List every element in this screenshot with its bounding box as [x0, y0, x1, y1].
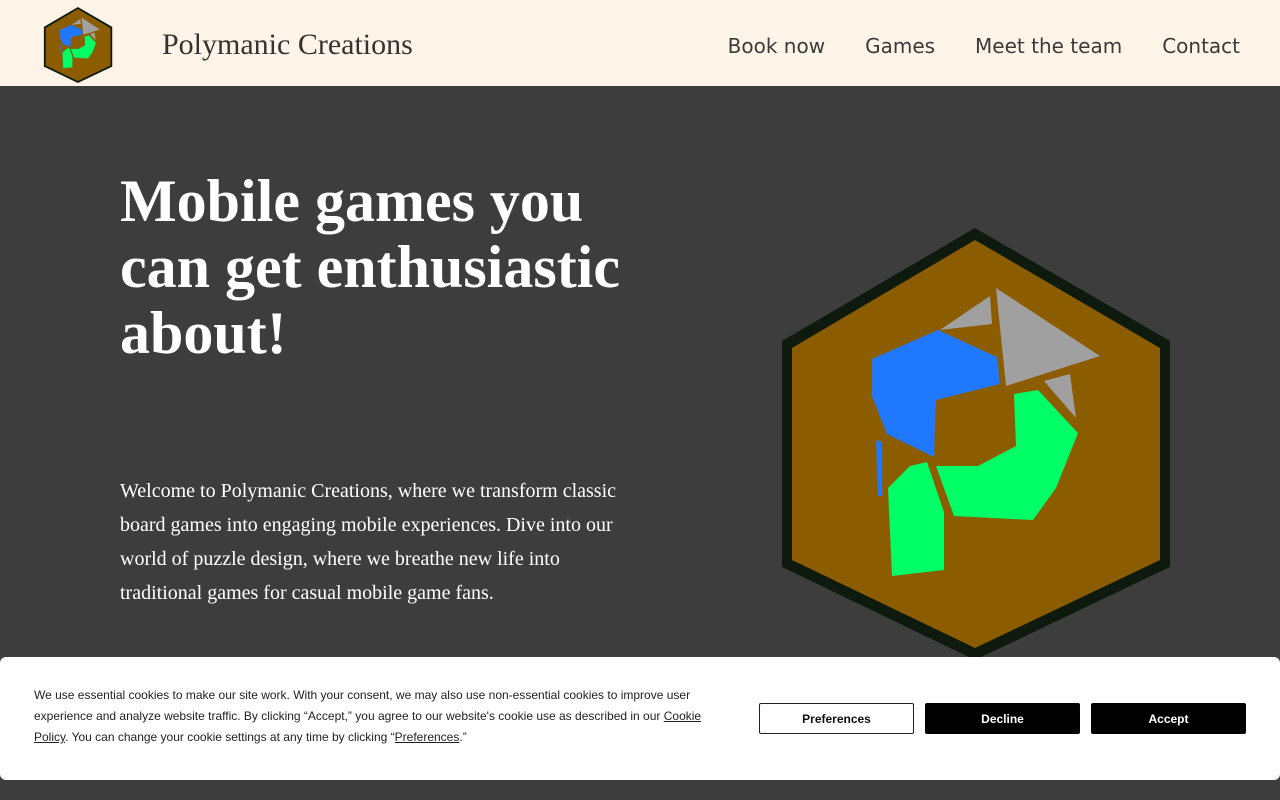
- nav-item-games[interactable]: Games: [865, 34, 935, 58]
- accept-button[interactable]: Accept: [1091, 703, 1246, 734]
- main-nav: Book now Games Meet the team Contact: [728, 34, 1240, 58]
- cookie-text-end: .”: [459, 730, 467, 744]
- brand-name[interactable]: Polymanic Creations: [162, 28, 413, 62]
- cookie-text-middle: . You can change your cookie settings at…: [65, 730, 395, 744]
- cookie-message: We use essential cookies to make our sit…: [34, 685, 724, 748]
- site-header: Polymanic Creations Book now Games Meet …: [0, 0, 1280, 86]
- hero-description: Welcome to Polymanic Creations, where we…: [120, 480, 617, 604]
- nav-item-book-now[interactable]: Book now: [728, 34, 825, 58]
- nav-item-contact[interactable]: Contact: [1162, 34, 1240, 58]
- decline-button[interactable]: Decline: [925, 703, 1080, 734]
- preferences-link[interactable]: Preferences: [395, 730, 460, 744]
- site-logo-icon[interactable]: [40, 4, 114, 86]
- nav-item-meet-the-team[interactable]: Meet the team: [975, 34, 1122, 58]
- cookie-banner: We use essential cookies to make our sit…: [0, 657, 1280, 780]
- hero-title: Mobile games you can get enthusiastic ab…: [120, 168, 620, 366]
- preferences-button[interactable]: Preferences: [759, 703, 914, 734]
- hero-logo-icon: [782, 228, 1170, 660]
- cookie-text-intro: We use essential cookies to make our sit…: [34, 688, 691, 723]
